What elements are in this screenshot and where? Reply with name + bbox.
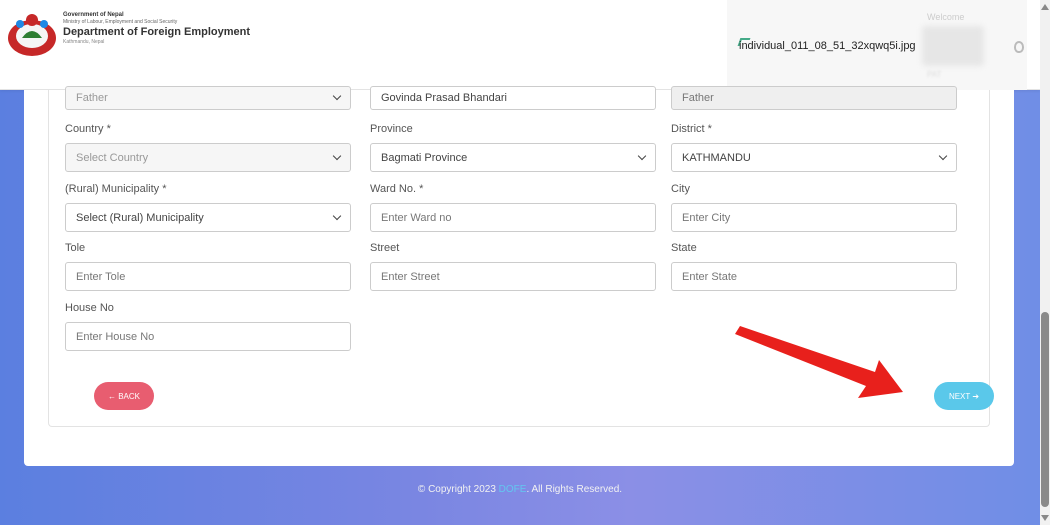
footer-prefix: © Copyright 2023 (417, 484, 496, 495)
footer-copyright: © Copyright 2023 DOFE. All Rights Reserv… (0, 484, 1040, 495)
footer-brand-link[interactable]: DOFE (499, 484, 527, 495)
footer-suffix: . All Rights Reserved. (526, 484, 623, 495)
annotation-arrow-icon (735, 326, 903, 398)
